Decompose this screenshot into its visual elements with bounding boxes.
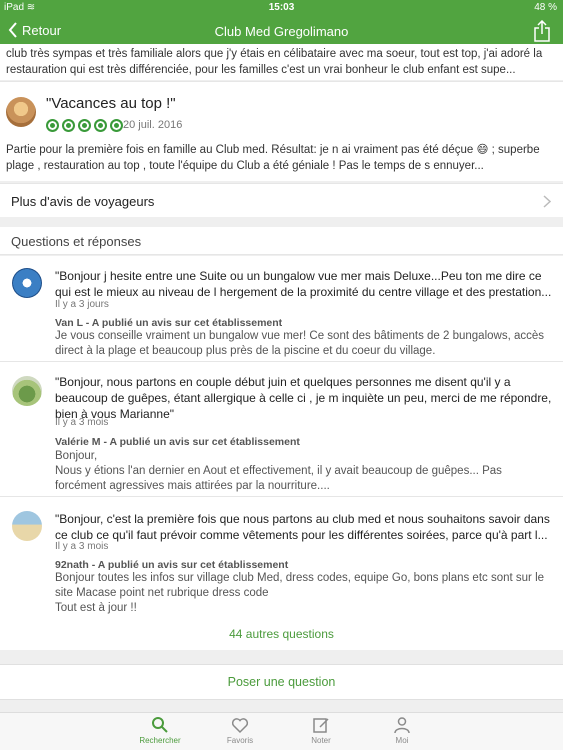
tab-rechercher[interactable]: Rechercher: [130, 716, 190, 745]
avatar: [12, 511, 42, 541]
qa-item[interactable]: "Bonjour, c'est la première fois que nou…: [0, 497, 563, 620]
more-questions-link[interactable]: 44 autres questions: [0, 620, 563, 650]
tab-moi[interactable]: Moi: [372, 716, 432, 745]
rating-bubble-icon: [46, 119, 59, 132]
edit-icon: [313, 718, 329, 733]
ask-question-label: Poser une question: [227, 675, 336, 689]
avatar: [12, 376, 42, 406]
review-text: Partie pour la première fois en famille …: [6, 144, 540, 172]
tab-label: Favoris: [226, 736, 254, 745]
more-reviews-link[interactable]: Plus d'avis de voyageurs: [0, 183, 563, 217]
previous-review-excerpt[interactable]: club très sympas et très familiale alors…: [0, 44, 563, 80]
tab-label: Rechercher: [139, 736, 181, 745]
heart-icon: [231, 718, 249, 734]
battery-level: 48 %: [534, 2, 557, 13]
answer-text: Bonjour toutes les infos sur village clu…: [55, 572, 545, 614]
tab-noter[interactable]: Noter: [291, 716, 351, 745]
more-questions-label: 44 autres questions: [229, 627, 334, 641]
ask-question-button[interactable]: Poser une question: [0, 664, 563, 700]
person-icon: [394, 717, 410, 734]
rating-bubble-icon: [110, 119, 123, 132]
share-icon[interactable]: [533, 20, 551, 42]
clock: 15:03: [268, 2, 295, 13]
tab-favoris[interactable]: Favoris: [210, 716, 270, 745]
review-card[interactable]: "Vacances au top !" 20 juil. 2016 Partie…: [0, 81, 563, 181]
tab-bar: Rechercher Favoris Noter Moi: [0, 712, 563, 750]
rating-bubble-icon: [78, 119, 91, 132]
qa-item[interactable]: "Bonjour j hesite entre une Suite ou un …: [0, 256, 563, 362]
avatar: [6, 97, 36, 127]
question-text: "Bonjour, nous partons en couple début j…: [55, 375, 552, 421]
tab-label: Noter: [311, 736, 331, 745]
answer-author: 92nath - A publié un avis sur cet établi…: [55, 559, 289, 571]
review-title: "Vacances au top !": [46, 95, 176, 112]
search-icon: [152, 717, 168, 733]
answer-author: Van L - A publié un avis sur cet établis…: [55, 317, 283, 329]
rating-bubble-icon: [62, 119, 75, 132]
avatar: [12, 268, 42, 298]
qa-header-label: Questions et réponses: [11, 234, 142, 249]
status-bar: iPad ≋ 15:03 48 %: [0, 0, 563, 16]
qa-item[interactable]: "Bonjour, nous partons en couple début j…: [0, 362, 563, 497]
answer-author: Valérie M - A publié un avis sur cet éta…: [55, 436, 300, 448]
rating-bubbles: [46, 119, 123, 132]
question-time: Il y a 3 mois: [55, 417, 109, 428]
rating-bubble-icon: [94, 119, 107, 132]
chevron-right-icon: [543, 195, 551, 208]
qa-section-header: Questions et réponses: [0, 227, 563, 255]
question-text: "Bonjour j hesite entre une Suite ou un …: [55, 269, 552, 299]
answer-text: Bonjour, Nous y étions l'an dernier en A…: [55, 450, 502, 492]
page-title: Club Med Gregolimano: [214, 24, 349, 39]
more-reviews-label: Plus d'avis de voyageurs: [11, 194, 155, 209]
review-date: 20 juil. 2016: [123, 119, 183, 131]
answer-text: Je vous conseille vraiment un bungalow v…: [55, 330, 545, 357]
tab-label: Moi: [395, 736, 409, 745]
question-time: Il y a 3 jours: [55, 299, 109, 310]
question-time: Il y a 3 mois: [55, 541, 109, 552]
question-text: "Bonjour, c'est la première fois que nou…: [55, 512, 550, 542]
